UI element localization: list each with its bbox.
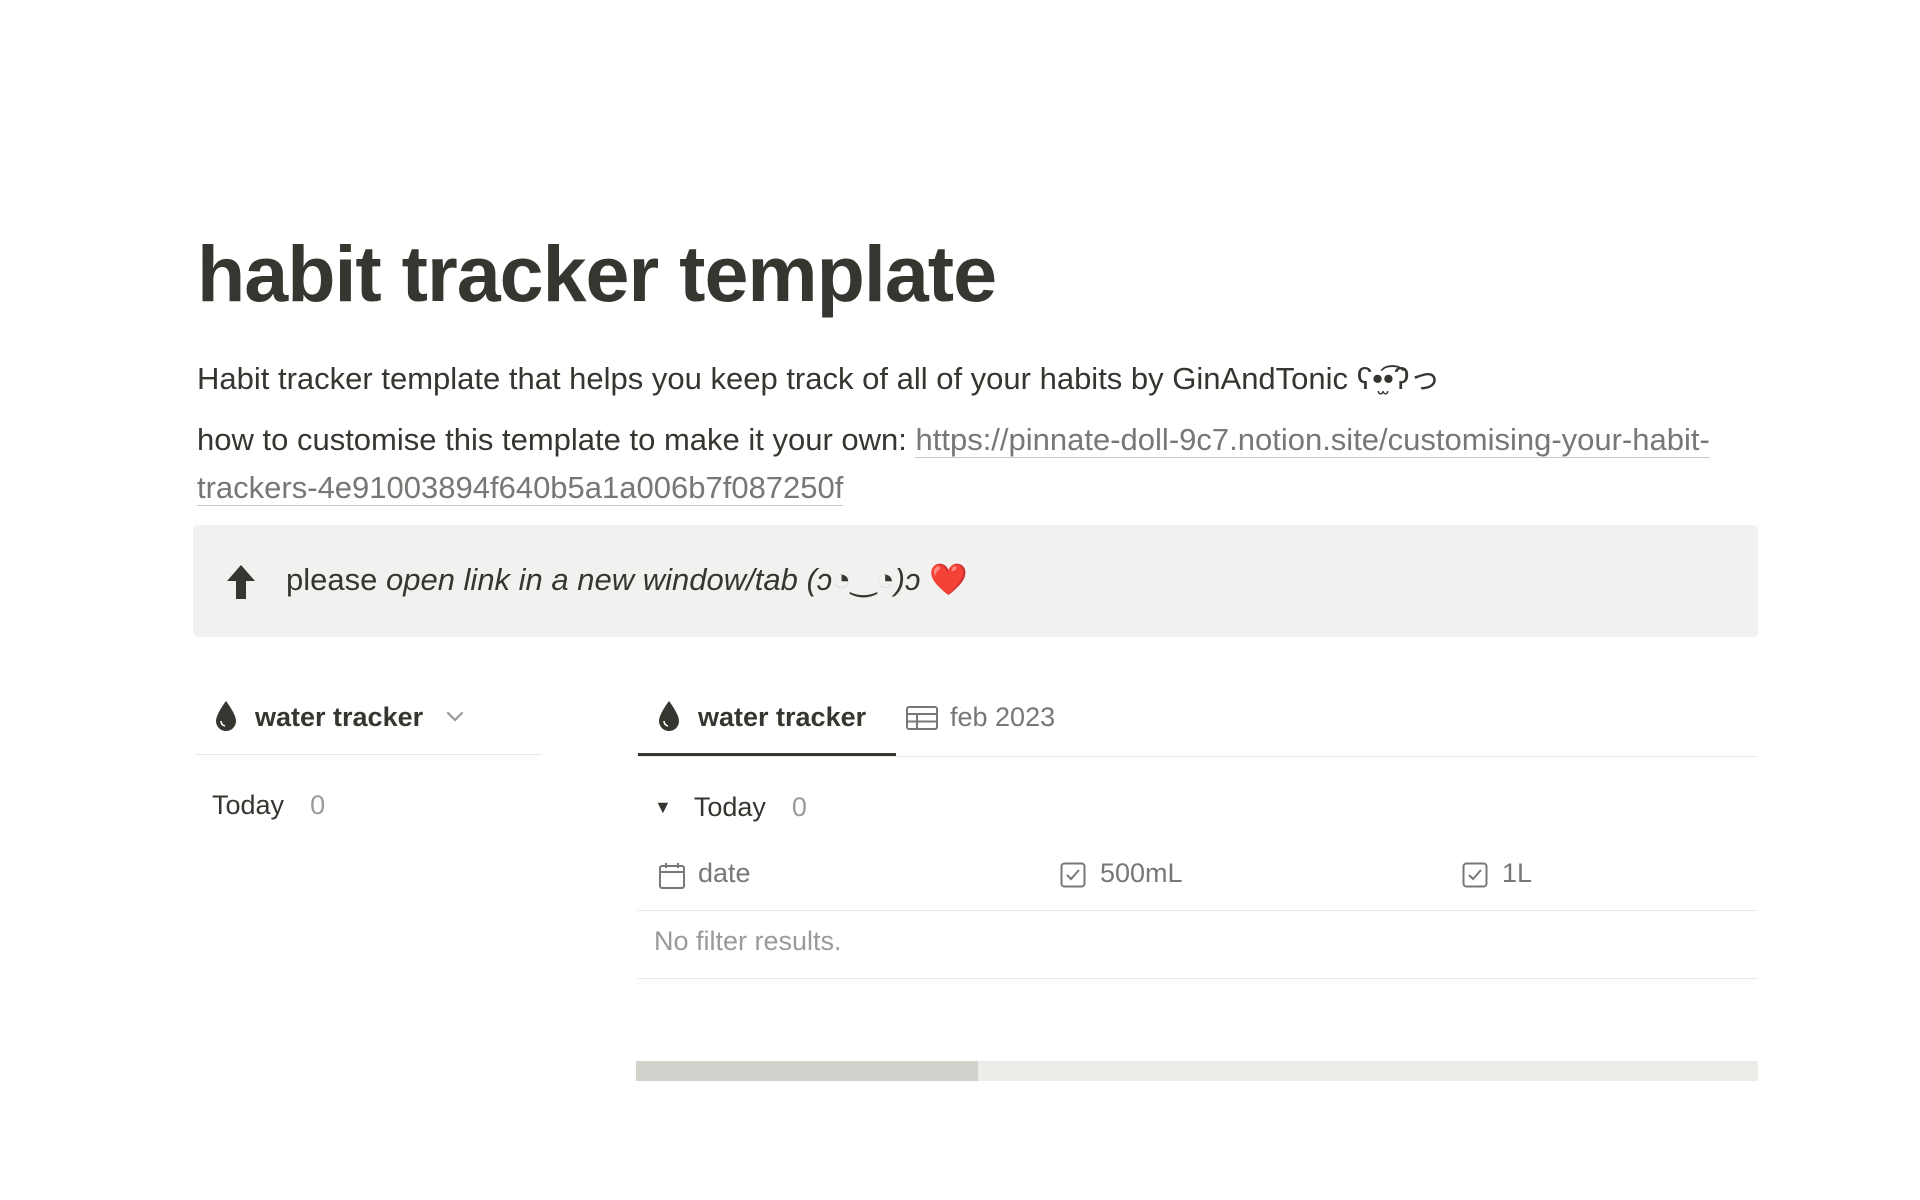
scrollbar-thumb[interactable] xyxy=(636,1061,978,1081)
left-view-tab[interactable]: water tracker xyxy=(195,690,542,755)
tab-label: water tracker xyxy=(698,702,867,732)
notion-page: habit tracker template Habit tracker tem… xyxy=(0,0,1920,1200)
group-count: 0 xyxy=(791,792,807,822)
view-tabs: water tracker feb 2023 xyxy=(638,690,1758,757)
column-header-label: 1L xyxy=(1502,858,1533,888)
tab-water-tracker[interactable]: water tracker xyxy=(638,690,896,756)
table-icon xyxy=(906,706,938,730)
left-view-tab-label: water tracker xyxy=(255,702,424,732)
group-label: Today xyxy=(693,792,766,822)
horizontal-scrollbar[interactable] xyxy=(636,1061,1758,1081)
callout-text-plain: please xyxy=(286,562,386,597)
howto-paragraph: how to customise this template to make i… xyxy=(197,416,1717,512)
empty-message: No filter results. xyxy=(654,926,842,956)
arrow-up-icon[interactable] xyxy=(227,565,255,599)
callout-text-italic: open link in a new window/tab (ɔ◔‿◔)ɔ xyxy=(385,562,921,597)
page-description: Habit tracker template that helps you ke… xyxy=(197,361,1441,396)
page-title[interactable]: habit tracker template xyxy=(197,228,997,320)
callout-block: please open link in a new window/tab (ɔ◔… xyxy=(193,525,1758,637)
toggle-triangle-icon[interactable]: ▼ xyxy=(654,797,672,818)
checkbox-icon xyxy=(1060,862,1086,888)
heart-icon: ❤️ xyxy=(929,562,968,597)
checkbox-icon xyxy=(1462,862,1488,888)
left-group-label: Today xyxy=(212,790,285,820)
chevron-down-icon[interactable] xyxy=(445,700,465,730)
tab-label: feb 2023 xyxy=(950,702,1056,732)
calendar-icon xyxy=(659,863,685,889)
left-group-count: 0 xyxy=(310,790,326,820)
callout-text: please open link in a new window/tab (ɔ◔… xyxy=(286,561,968,598)
water-drop-icon xyxy=(216,701,236,731)
table-header: date 500mL 1L xyxy=(638,848,1758,911)
column-header-label: date xyxy=(698,858,751,888)
column-header-label: 500mL xyxy=(1100,858,1183,888)
group-header-today[interactable]: ▼ Today 0 xyxy=(654,792,807,823)
empty-results-row: No filter results. xyxy=(638,911,1758,979)
howto-text: how to customise this template to make i… xyxy=(197,422,916,457)
left-group-header[interactable]: Today 0 xyxy=(212,790,325,821)
water-drop-icon xyxy=(659,701,679,731)
